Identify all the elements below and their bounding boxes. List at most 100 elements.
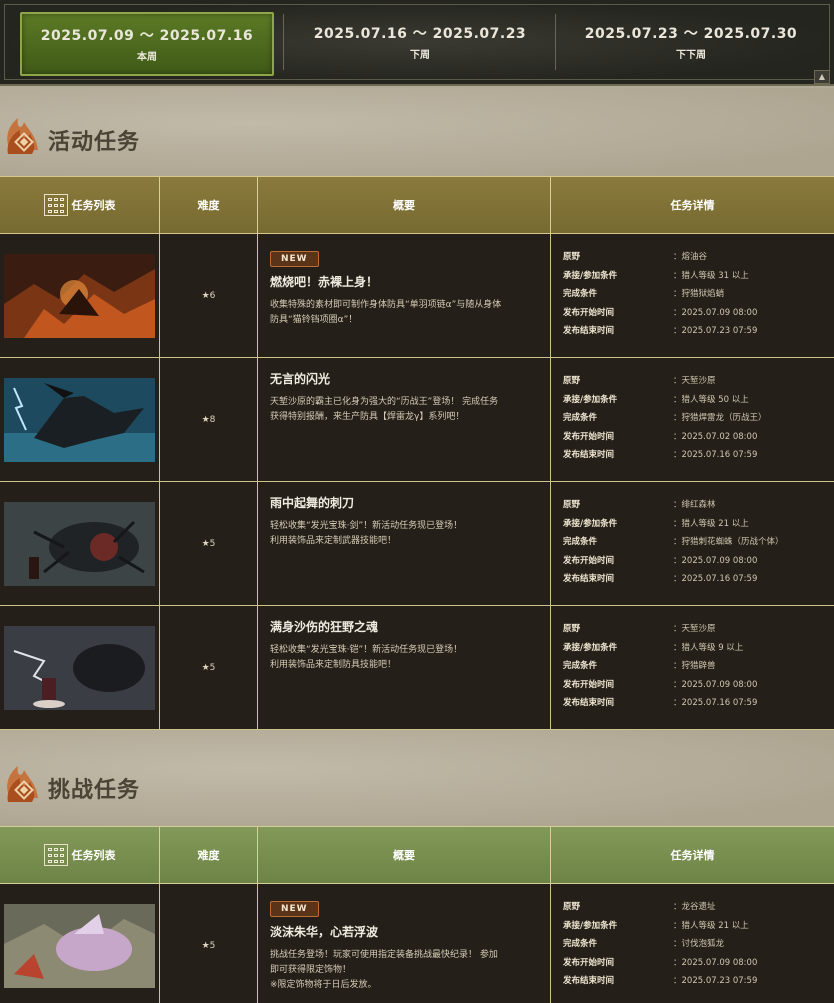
week-range: 2025.07.23 〜 2025.07.30: [584, 26, 798, 42]
quest-difficulty: ★5: [160, 884, 258, 1003]
quest-difficulty: ★8: [160, 358, 258, 481]
column-header-summary: 概要: [258, 827, 551, 883]
scroll-up-button[interactable]: ▲: [814, 70, 830, 84]
quest-page: 2025.07.09 〜 2025.07.16 本周 2025.07.16 〜 …: [0, 0, 834, 1003]
quest-thumbnail-image: [4, 378, 155, 462]
quest-title[interactable]: 雨中起舞的刺刀: [270, 494, 540, 511]
quest-details-cell: 原野 ：天堑沙原 承接/参加条件 ：猎人等级 9 以上 完成条件 ：狩猎辟兽 发布开始…: [551, 606, 834, 729]
quest-thumbnail-cell: [0, 358, 160, 481]
week-tab-next[interactable]: 2025.07.16 〜 2025.07.23 下周: [290, 12, 550, 72]
detail-row-field: 原野 ：天堑沙原: [563, 376, 716, 386]
quest-summary-cell: 满身沙伤的狂野之魂 轻松收集“发光宝珠·铠”！新活动任务现已登场！ 利用装饰品来…: [258, 606, 551, 729]
detail-row-requirement: 承接/参加条件 ：猎人等级 31 以上: [563, 270, 749, 281]
detail-row-end: 发布结束时间 ：2025.07.16 07:59: [563, 574, 758, 584]
detail-row-field: 原野 ：天堑沙原: [563, 624, 716, 634]
quest-description: 挑战任务登场！玩家可使用指定装备挑战最快纪录！ 参加 即可获得限定饰物！ ※限定…: [270, 950, 498, 990]
quest-thumbnail-cell: [0, 482, 160, 605]
detail-row-field: 原野 ：龙谷遗址: [563, 902, 716, 912]
week-selector-bar: 2025.07.09 〜 2025.07.16 本周 2025.07.16 〜 …: [0, 0, 834, 86]
section-title: 挑战任务: [48, 777, 141, 803]
detail-row-start: 发布开始时间 ：2025.07.09 08:00: [563, 307, 758, 318]
new-badge: NEW: [270, 901, 319, 917]
week-range: 2025.07.09 〜 2025.07.16: [40, 28, 254, 44]
detail-row-field: 原野 ：熔油谷: [563, 252, 708, 262]
quest-description: 轻松收集“发光宝珠·剑”！新活动任务现已登场！ 利用装饰品来定制武器技能吧！: [270, 521, 463, 546]
quest-summary-cell: 雨中起舞的刺刀 轻松收集“发光宝珠·剑”！新活动任务现已登场！ 利用装饰品来定制…: [258, 482, 551, 605]
column-header-difficulty: 难度: [160, 827, 258, 883]
quest-row[interactable]: ★6 NEW 燃烧吧！赤裸上身！ 收集特殊的素材即可制作身体防具“单羽项链α”与…: [0, 234, 834, 358]
quest-title[interactable]: 淡沫朱华，心若浮波: [270, 923, 540, 940]
quest-title[interactable]: 无言的闪光: [270, 370, 540, 387]
flame-emblem-icon: [7, 766, 39, 802]
quest-difficulty: ★5: [160, 606, 258, 729]
table-header: 任务列表 难度 概要 任务详情: [0, 176, 834, 234]
column-header-summary: 概要: [258, 177, 551, 233]
detail-row-objective: 完成条件 ：狩猎辟兽: [563, 661, 716, 671]
detail-row-objective: 完成条件 ：讨伐泡狐龙: [563, 939, 725, 949]
quest-difficulty: ★6: [160, 234, 258, 357]
column-header-difficulty: 难度: [160, 177, 258, 233]
week-label: 下周: [410, 50, 430, 61]
detail-row-requirement: 承接/参加条件 ：猎人等级 50 以上: [563, 394, 749, 405]
week-divider: [555, 14, 556, 70]
quest-list-icon: [43, 844, 68, 866]
quest-thumbnail-image: [4, 626, 155, 710]
detail-row-field: 原野 ：绯红森林: [563, 500, 716, 510]
detail-row-objective: 完成条件 ：狩猎狱焰蛸: [563, 289, 725, 299]
section-header-challenge: 挑战任务: [0, 730, 834, 826]
quest-summary-cell: NEW 燃烧吧！赤裸上身！ 收集特殊的素材即可制作身体防具“单羽项链α”与随从身…: [258, 234, 551, 357]
detail-row-start: 发布开始时间 ：2025.07.09 08:00: [563, 679, 758, 690]
quest-summary-cell: 无言的闪光 天堑沙原的霸主已化身为强大的“历战王”登场！ 完成任务 获得特别报酬…: [258, 358, 551, 481]
detail-row-end: 发布结束时间 ：2025.07.23 07:59: [563, 976, 758, 986]
quest-details-cell: 原野 ：熔油谷 承接/参加条件 ：猎人等级 31 以上 完成条件 ：狩猎狱焰蛸 发布开…: [551, 234, 834, 357]
detail-row-end: 发布结束时间 ：2025.07.23 07:59: [563, 326, 758, 336]
quest-title[interactable]: 燃烧吧！赤裸上身！: [270, 273, 540, 290]
detail-row-requirement: 承接/参加条件 ：猎人等级 21 以上: [563, 518, 749, 529]
detail-row-start: 发布开始时间 ：2025.07.09 08:00: [563, 555, 758, 566]
quest-thumbnail-image: [4, 904, 155, 988]
quest-difficulty: ★5: [160, 482, 258, 605]
section-title: 活动任务: [48, 129, 141, 155]
detail-row-end: 发布结束时间 ：2025.07.16 07:59: [563, 698, 758, 708]
quest-row[interactable]: ★8 无言的闪光 天堑沙原的霸主已化身为强大的“历战王”登场！ 完成任务 获得特…: [0, 358, 834, 482]
quest-thumbnail-cell: [0, 234, 160, 357]
week-label: 本周: [137, 52, 157, 63]
column-header-quest-list: 任务列表: [0, 177, 160, 233]
column-header-details: 任务详情: [670, 199, 715, 212]
quest-details-cell: 原野 ：天堑沙原 承接/参加条件 ：猎人等级 50 以上 完成条件 ：狩猎焊雷龙（历战…: [551, 358, 834, 481]
table-header: 任务列表 难度 概要 任务详情: [0, 826, 834, 884]
quest-description: 天堑沙原的霸主已化身为强大的“历战王”登场！ 完成任务 获得特别报酬，来生产防具…: [270, 397, 499, 422]
week-range: 2025.07.16 〜 2025.07.23: [313, 26, 527, 42]
quest-description: 轻松收集“发光宝珠·铠”！新活动任务现已登场！ 利用装饰品来定制防具技能吧！: [270, 645, 463, 670]
quest-row[interactable]: ★5 满身沙伤的狂野之魂 轻松收集“发光宝珠·铠”！新活动任务现已登场！ 利用装…: [0, 606, 834, 730]
new-badge: NEW: [270, 251, 319, 267]
quest-summary-cell: NEW 淡沫朱华，心若浮波 挑战任务登场！玩家可使用指定装备挑战最快纪录！ 参加…: [258, 884, 551, 1003]
quest-description: 收集特殊的素材即可制作身体防具“单羽项链α”与随从身体 防具“猫铃铛项圈α”！: [270, 300, 502, 325]
section-header-event: 活动任务: [0, 88, 834, 176]
quest-thumbnail-cell: [0, 606, 160, 729]
quest-row[interactable]: ★5 NEW 淡沫朱华，心若浮波 挑战任务登场！玩家可使用指定装备挑战最快纪录！…: [0, 884, 834, 1003]
week-tab-current[interactable]: 2025.07.09 〜 2025.07.16 本周: [20, 12, 274, 76]
quest-title[interactable]: 满身沙伤的狂野之魂: [270, 618, 540, 635]
detail-row-objective: 完成条件 ：狩猎焊雷龙（历战王）: [563, 413, 767, 423]
quest-list-icon: [43, 194, 68, 216]
column-header-quest-list: 任务列表: [0, 827, 160, 883]
column-label: 任务列表: [71, 849, 116, 862]
quest-row[interactable]: ★5 雨中起舞的刺刀 轻松收集“发光宝珠·剑”！新活动任务现已登场！ 利用装饰品…: [0, 482, 834, 606]
column-label: 任务列表: [71, 199, 116, 212]
detail-row-end: 发布结束时间 ：2025.07.16 07:59: [563, 450, 758, 460]
detail-row-start: 发布开始时间 ：2025.07.09 08:00: [563, 957, 758, 968]
quest-details-cell: 原野 ：龙谷遗址 承接/参加条件 ：猎人等级 21 以上 完成条件 ：讨伐泡狐龙 发布…: [551, 884, 834, 1003]
week-label: 下下周: [676, 50, 706, 61]
week-divider: [283, 14, 284, 70]
detail-row-objective: 完成条件 ：狩猎刺花蜘蛛（历战个体）: [563, 537, 784, 547]
quest-thumbnail-image: [4, 502, 155, 586]
quest-thumbnail-image: [4, 254, 155, 338]
column-header-details: 任务详情: [670, 849, 715, 862]
flame-emblem-icon: [7, 118, 39, 154]
detail-row-requirement: 承接/参加条件 ：猎人等级 21 以上: [563, 920, 749, 931]
detail-row-start: 发布开始时间 ：2025.07.02 08:00: [563, 431, 758, 442]
quest-thumbnail-cell: [0, 884, 160, 1003]
week-tab-after-next[interactable]: 2025.07.23 〜 2025.07.30 下下周: [560, 12, 822, 72]
detail-row-requirement: 承接/参加条件 ：猎人等级 9 以上: [563, 642, 744, 653]
